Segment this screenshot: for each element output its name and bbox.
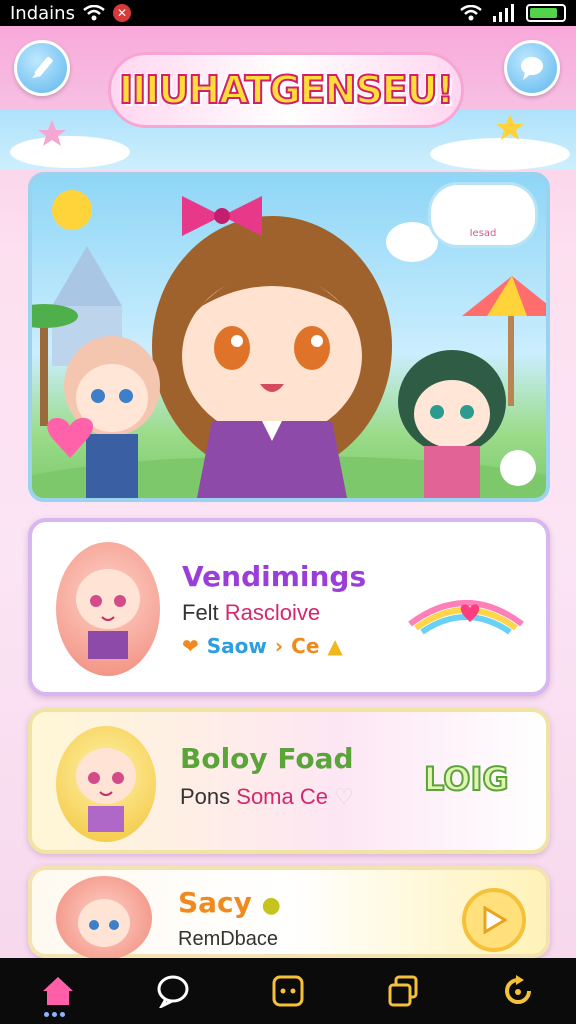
speech-bubble: Iesad xyxy=(428,182,538,248)
active-indicator xyxy=(43,1012,65,1017)
card-title: Vendimings xyxy=(182,560,367,593)
avatar xyxy=(56,876,152,960)
card-title: Sacy ● xyxy=(178,886,281,919)
chat-icon xyxy=(157,975,189,1008)
lemon-icon: ● xyxy=(261,893,281,918)
nav-refresh[interactable] xyxy=(488,963,548,1019)
bottom-nav xyxy=(0,958,576,1024)
cards-icon xyxy=(388,975,418,1007)
avatar xyxy=(56,726,156,842)
alert-icon: ✕ xyxy=(112,4,131,22)
signal-icon xyxy=(493,4,514,22)
hero-illustration: Iesad xyxy=(28,172,550,502)
battery-icon xyxy=(526,4,566,22)
nav-cards[interactable] xyxy=(373,963,433,1019)
wifi-icon xyxy=(460,5,482,21)
nav-game[interactable] xyxy=(258,963,318,1019)
carrier-label: Indains xyxy=(10,2,75,24)
loig-badge: LOIG xyxy=(423,759,510,799)
app-title: IIIUHATGENSEU! xyxy=(108,52,464,128)
card-subtitle: Felt Rascloive xyxy=(182,600,321,625)
play-icon xyxy=(483,906,507,934)
home-icon xyxy=(42,977,73,1005)
edit-button[interactable] xyxy=(14,40,70,96)
character-card[interactable]: Sacy ● RemDbace xyxy=(28,866,550,960)
pencil-icon xyxy=(32,56,53,78)
thumbs-up-icon: ▲ xyxy=(327,634,343,658)
nav-home[interactable] xyxy=(28,963,88,1019)
rainbow-heart-icon xyxy=(408,600,524,635)
tag-blue: Saow xyxy=(206,634,267,658)
character-card[interactable]: Boloy Foad Pons Soma Ce ♡ LOIG xyxy=(28,708,550,854)
chat-bubble-icon xyxy=(521,57,543,80)
sun-icon xyxy=(52,190,92,230)
tag-row: ❤ Saow › Ce ▲ xyxy=(182,634,343,658)
refresh-icon xyxy=(505,975,532,1004)
card-subtitle: RemDbace xyxy=(178,928,279,950)
nav-chat[interactable] xyxy=(143,963,203,1019)
arrow-icon: › xyxy=(274,634,284,658)
game-icon xyxy=(272,975,304,1007)
character-card[interactable]: Vendimings Felt Rascloive ❤ Saow › Ce ▲ xyxy=(28,518,550,696)
chat-button[interactable] xyxy=(504,40,560,96)
status-bar: Indains ✕ xyxy=(0,0,576,26)
speech-label: Iesad xyxy=(469,228,497,239)
card-title: Boloy Foad xyxy=(180,742,354,775)
avatar xyxy=(56,542,160,676)
tag-orange: Ce xyxy=(291,634,320,658)
play-button[interactable] xyxy=(462,888,526,952)
heart-outline-icon: ♡ xyxy=(334,784,354,809)
leaf-icon: ❤ xyxy=(182,634,199,658)
wifi-icon xyxy=(83,5,105,21)
card-subtitle: Pons Soma Ce ♡ xyxy=(180,784,354,809)
